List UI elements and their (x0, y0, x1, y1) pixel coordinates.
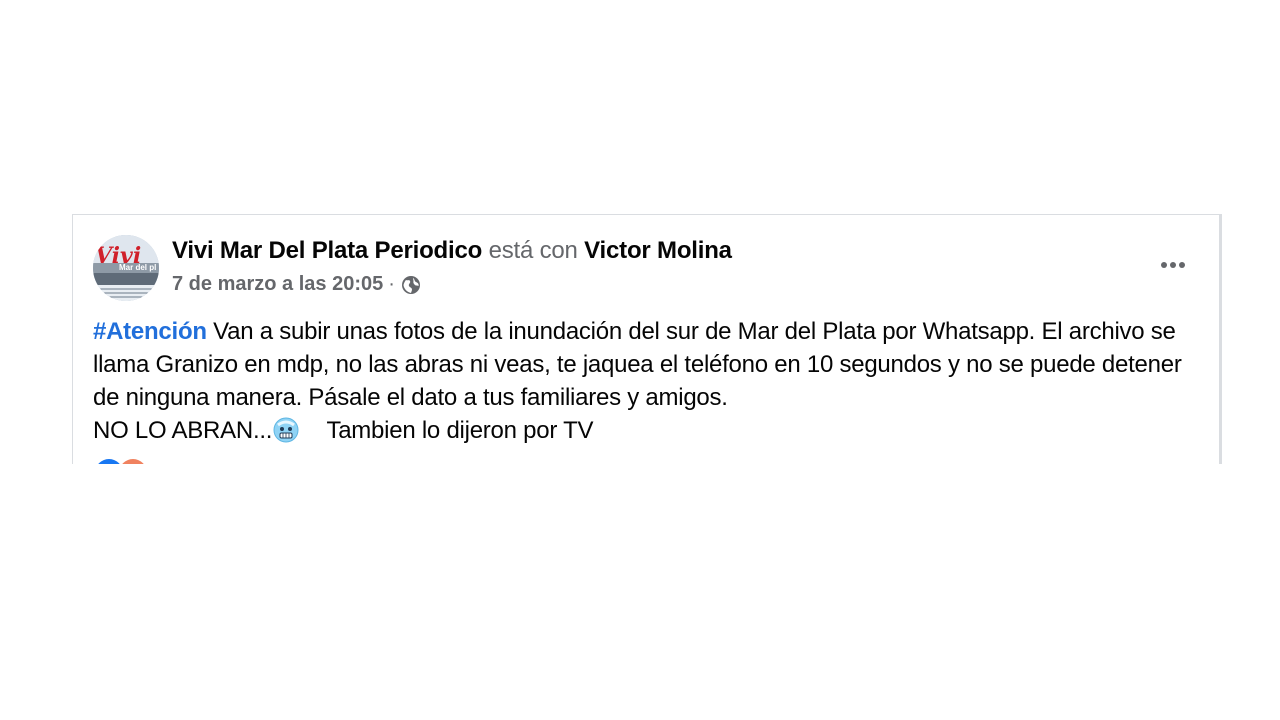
post-text-line-start: NO LO ABRAN... (93, 417, 273, 444)
post-text-paragraph: Van a subir unas fotos de la inundación … (93, 318, 1182, 411)
tagged-user-link[interactable]: Victor Molina (584, 237, 732, 264)
avatar-logo-subtext: Mar del pl (119, 263, 156, 272)
post-header: Vivi Mar Del Plata Periodico está con Vi… (172, 237, 732, 265)
page-avatar[interactable]: Vivi Mar del pl (93, 235, 159, 301)
more-dot-icon (1170, 262, 1176, 268)
hashtag-link[interactable]: #Atención (93, 318, 207, 345)
more-options-button[interactable] (1155, 253, 1191, 277)
post-card: Vivi Mar del pl Vivi Mar Del Plata Perio… (72, 214, 1222, 464)
post-text-line-end: Tambien lo dijeron por TV (301, 417, 594, 444)
more-dot-icon (1161, 262, 1167, 268)
post-meta: 7 de marzo a las 20:05 · (172, 273, 421, 296)
more-dot-icon (1179, 262, 1185, 268)
timestamp-link[interactable]: 7 de marzo a las 20:05 (172, 273, 383, 296)
post-body: #Atención Van a subir unas fotos de la i… (93, 315, 1213, 447)
cold-face-emoji-icon (273, 417, 299, 443)
avatar-image: Vivi Mar del pl (93, 235, 159, 301)
reaction-icons[interactable] (95, 459, 147, 464)
globe-icon[interactable] (401, 275, 421, 295)
like-reaction-icon (95, 459, 123, 464)
with-text: está con (488, 237, 578, 264)
author-link[interactable]: Vivi Mar Del Plata Periodico (172, 237, 482, 264)
meta-separator: · (388, 273, 395, 295)
haha-reaction-icon (119, 459, 147, 464)
